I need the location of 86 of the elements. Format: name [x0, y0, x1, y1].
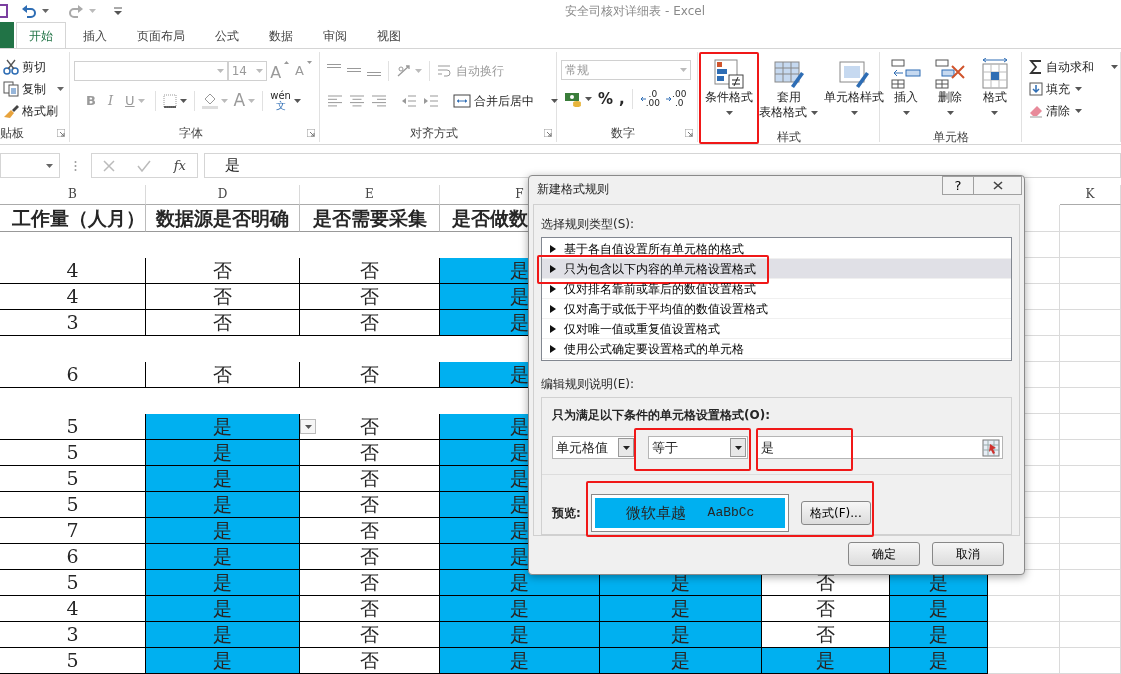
group-label: 单元格 — [931, 129, 970, 146]
toolbar-button[interactable]: 剪切 — [0, 56, 65, 78]
table-cell: 是 — [440, 622, 600, 648]
group-label: 贴板 — [0, 125, 25, 142]
table-cell: 是 — [146, 414, 300, 440]
section-label: 选择规则类型(S): — [541, 216, 636, 233]
style-button[interactable]: 套用 表格格式 — [756, 56, 821, 128]
decimal-button[interactable]: .00 .0 — [663, 88, 690, 110]
column-header-cell: 数据源是否明确 — [156, 207, 289, 229]
ribbon-tab[interactable]: 开始 — [16, 22, 66, 48]
table-cell: 是 — [600, 622, 762, 648]
cells-button[interactable]: 插入 — [887, 56, 926, 128]
rule-type-item[interactable]: 只为包含以下内容的单元格设置格式 — [542, 259, 1011, 279]
cells-button[interactable]: 删除 — [931, 56, 970, 128]
cancel-button[interactable]: 取消 — [932, 542, 1004, 566]
table-cell: 4 — [0, 258, 146, 284]
table-cell: 是 — [146, 492, 300, 518]
window-title: 安全司核对详细表 - Excel — [565, 3, 705, 20]
ribbon-tab[interactable]: 视图 — [364, 22, 414, 48]
table-cell: 是 — [146, 570, 300, 596]
value-field[interactable]: 是 — [757, 436, 1003, 459]
group-label: 数字 — [610, 125, 636, 142]
table-cell: 是 — [762, 648, 890, 674]
group-label: 字体 — [177, 125, 204, 142]
table-cell: 是 — [600, 648, 762, 674]
ribbon-tab[interactable]: 页面布局 — [124, 22, 198, 48]
table-cell: 3 — [0, 310, 146, 336]
style-button[interactable]: 单元格样式 — [821, 56, 887, 128]
group-label: 样式 — [775, 129, 802, 146]
column-header-cell: 是否需要采集 — [312, 207, 427, 229]
table-cell: 是 — [146, 648, 300, 674]
column-header[interactable]: E — [300, 185, 440, 205]
toolbar-button[interactable]: 清除 — [1026, 100, 1116, 122]
dropdown-field[interactable]: 单元格值 — [552, 436, 636, 459]
ok-button[interactable]: 确定 — [848, 542, 920, 566]
toolbar-button[interactable]: , — [616, 88, 628, 110]
toolbar-button[interactable]: 复制 — [0, 78, 65, 100]
cells-button[interactable]: 格式 — [975, 56, 1014, 128]
table-cell: 是 — [600, 596, 762, 622]
ribbon-tab[interactable]: 数据 — [256, 22, 306, 48]
preview-sample-text: AaBbCc — [707, 504, 755, 523]
decimal-button[interactable]: .0 .00 — [636, 88, 664, 110]
rule-type-item[interactable]: 仅对唯一值或重复值设置格式 — [542, 319, 1011, 339]
column-header[interactable]: B — [0, 185, 146, 205]
table-cell: 否 — [146, 310, 300, 336]
format-button[interactable]: 格式(F)... — [801, 501, 871, 525]
rule-type-item[interactable]: 仅对排名靠前或靠后的数值设置格式 — [542, 279, 1011, 299]
table-cell: 是 — [440, 570, 600, 596]
group-label: 对齐方式 — [409, 125, 459, 142]
help-button[interactable]: ? — [942, 176, 974, 195]
ribbon-tab[interactable]: 审阅 — [310, 22, 360, 48]
table-cell: 否 — [300, 414, 440, 440]
table-cell: 是 — [146, 440, 300, 466]
table-cell: 6 — [0, 362, 146, 388]
insert-function-button[interactable]: fx — [173, 155, 186, 176]
column-header-cell: 是否做数 — [452, 207, 528, 229]
rule-type-item[interactable]: 使用公式确定要设置格式的单元格 — [542, 339, 1011, 359]
ribbon-tab[interactable]: 插入 — [70, 22, 120, 48]
table-cell: 否 — [146, 284, 300, 310]
table-cell: 是 — [440, 648, 600, 674]
table-cell: 是 — [440, 596, 600, 622]
toolbar-button[interactable]: 自动求和 — [1026, 56, 1116, 78]
column-header[interactable]: D — [146, 185, 300, 205]
table-cell: 否 — [146, 362, 300, 388]
table-cell: 是 — [890, 596, 988, 622]
column-header-cell: 工作量（人月） — [12, 207, 145, 229]
toolbar-button[interactable]: % — [595, 88, 617, 110]
table-cell: 是 — [146, 596, 300, 622]
toolbar-button[interactable]: 格式刷 — [0, 100, 65, 122]
dropdown-field[interactable]: 等于 — [648, 436, 748, 459]
table-cell: 4 — [0, 284, 146, 310]
table-cell: 是 — [146, 466, 300, 492]
table-cell: 是 — [890, 648, 988, 674]
table-cell: 否 — [146, 258, 300, 284]
table-cell: 是 — [146, 622, 300, 648]
preview-sample-text: 微软卓越 — [625, 502, 686, 524]
column-header[interactable]: K — [1060, 185, 1121, 205]
toolbar-button[interactable]: 合并后居中 — [450, 90, 561, 112]
table-cell: 是 — [890, 622, 988, 648]
phonetic-button[interactable]: wén 文 — [267, 90, 304, 112]
ribbon-tab[interactable]: 公式 — [202, 22, 252, 48]
table-cell: 是 — [146, 544, 300, 570]
rule-type-item[interactable]: 仅对高于或低于平均值的数值设置格式 — [542, 299, 1011, 319]
table-cell: 是 — [146, 518, 300, 544]
style-button[interactable]: 条件格式 — [702, 56, 756, 128]
toolbar-button[interactable]: 填充 — [1026, 78, 1116, 100]
